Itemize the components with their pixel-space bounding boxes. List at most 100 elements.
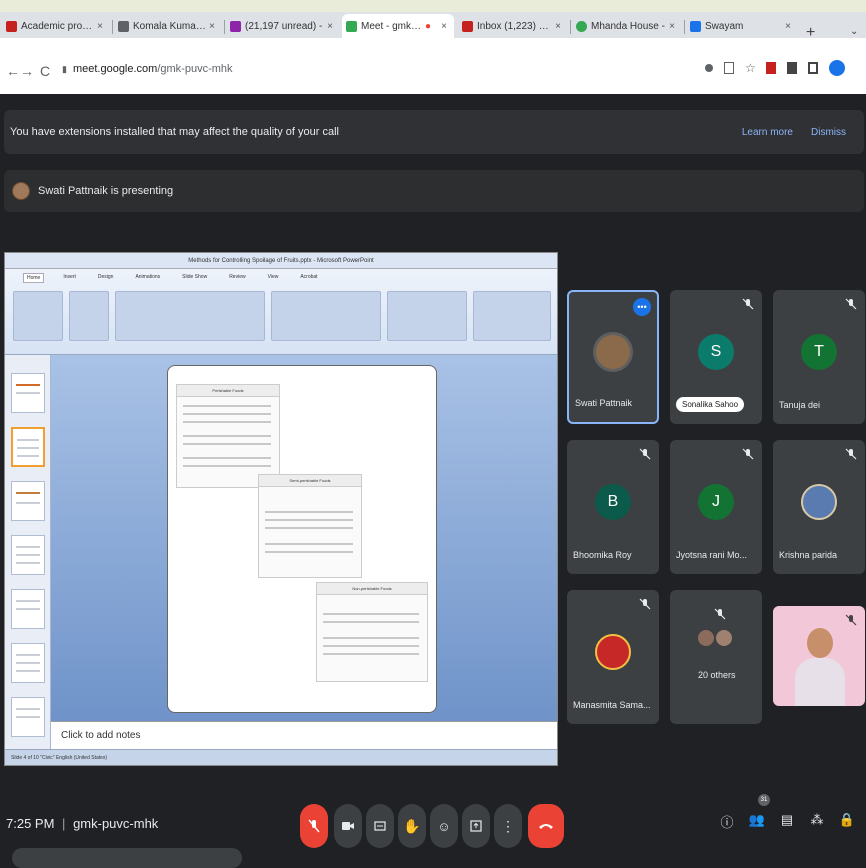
camera-indicator-icon[interactable] [705,64,713,72]
raise-hand-button[interactable]: ✋ [398,804,426,848]
camera-toggle-button[interactable] [334,804,362,848]
taskbar-preview [12,848,242,868]
close-tab-icon[interactable]: × [206,21,218,32]
participant-tile[interactable]: B Bhoomika Roy [567,440,659,574]
participant-tile[interactable]: Manasmita Sama... [567,590,659,724]
side-panel-icon[interactable] [808,62,818,74]
non-perishable-foods-box: Non-perishable Foods [316,582,428,682]
close-tab-icon[interactable]: × [552,21,564,32]
back-button[interactable]: ← [6,63,20,79]
close-tab-icon[interactable]: × [666,21,678,32]
learn-more-link[interactable]: Learn more [742,127,793,138]
gmail-favicon-icon [462,20,473,32]
activities-button[interactable]: ⁂ [808,812,826,834]
box-heading: Non-perishable Foods [317,583,427,595]
present-button[interactable] [462,804,490,848]
profile-avatar[interactable] [829,60,845,76]
info-separator: | [62,816,66,831]
recording-dot-icon: ● [424,20,432,32]
participant-tile[interactable]: T Tanuja dei [773,290,865,424]
other-avatar [698,630,714,646]
participant-name: Krishna parida [779,550,838,560]
ribbon-font-group [115,291,265,341]
presenter-avatar [12,182,30,200]
reactions-button[interactable]: ☺ [430,804,458,848]
participant-name: Bhoomika Roy [573,550,632,560]
browser-tab-bar: Academic profile × Komala Kumari Sa × (2… [0,0,866,41]
close-tab-icon[interactable]: × [324,21,336,32]
box-heading: Perishable Foods [177,385,279,397]
tab-title: Swayam [705,20,744,32]
browser-tab[interactable]: Academic profile × [2,14,110,38]
semi-perishable-foods-box: Semi-perishable Foods [258,474,362,578]
presenting-label: Swati Pattnaik is presenting [38,185,174,197]
lock-icon: ▮ [62,63,67,74]
participant-tile[interactable]: J Jyotsna rani Mo... [670,440,762,574]
ribbon-tab: Insert [63,274,76,280]
host-controls-button[interactable]: 🔒 [838,812,856,834]
mic-off-icon [845,298,857,310]
participant-tile[interactable]: ••• Swati Pattnaik [567,290,659,424]
tab-title: Academic profile [21,20,94,32]
tab-favicon-icon [6,20,17,32]
meet-favicon-icon [346,20,357,32]
mic-off-icon [742,448,754,460]
close-tab-icon[interactable]: × [94,21,106,32]
shared-screen: Methods for Controlling Spoilage of Frui… [4,252,558,766]
self-view-tile[interactable] [773,606,865,706]
mic-toggle-button[interactable] [300,804,328,848]
participant-tile[interactable]: S Sonalika Sahoo [670,290,762,424]
slide-thumbnail [11,481,45,521]
powerpoint-status-bar: Slide 4 of 10 "Civic" English (United St… [5,749,557,765]
browser-tab[interactable]: (21,197 unread) - × [226,14,340,38]
tab-title: (21,197 unread) - [245,20,323,32]
people-button[interactable]: 👥 [748,812,766,834]
mic-off-icon [845,614,857,626]
participant-photo-avatar [595,633,631,670]
more-options-button[interactable]: ⋮ [494,804,522,848]
browser-tab-active[interactable]: Meet - gmk-pu ● × [342,14,454,38]
close-tab-icon[interactable]: × [782,21,794,32]
chat-button[interactable]: ▤ [778,812,796,834]
browser-tab[interactable]: Mhanda House - × [572,14,682,38]
reload-button[interactable]: C [40,63,50,79]
presenting-bar: Swati Pattnaik is presenting [4,170,864,212]
extensions-puzzle-icon[interactable] [787,62,797,74]
tab-search-chevron-icon[interactable]: ⌄ [850,26,858,37]
meeting-details-button[interactable]: ⓘ [718,812,736,834]
slide-thumbnails [5,355,51,751]
browser-tab[interactable]: Swayam × [686,14,798,38]
participant-avatar: J [698,483,734,520]
participant-avatar [593,331,633,372]
tab-favicon-icon [230,20,241,32]
participant-avatar: T [801,333,837,370]
participant-tile[interactable]: Krishna parida [773,440,865,574]
close-tab-icon[interactable]: × [438,21,450,32]
slide-editing-area: Perishable Foods Semi-perishable Foods N… [51,355,557,721]
leave-call-button[interactable] [528,804,564,848]
tab-title: Inbox (1,223) - jyo [477,20,552,32]
forward-button[interactable]: → [20,63,34,79]
url-domain: meet.google.com [72,63,158,75]
camera-icon [342,822,354,830]
browser-tab[interactable]: Inbox (1,223) - jyo × [458,14,568,38]
dismiss-button[interactable]: Dismiss [811,127,846,138]
captions-button[interactable] [366,804,394,848]
extension-red-icon[interactable] [766,62,776,74]
others-tile[interactable]: 20 others [670,590,762,724]
ribbon-tab: Animations [135,274,161,280]
lock-person-icon: 🔒 [838,812,856,827]
mic-off-icon [742,298,754,310]
share-icon[interactable] [724,62,734,74]
perishable-foods-box: Perishable Foods [176,384,280,488]
hang-up-icon [539,824,553,829]
powerpoint-ribbon: Home Insert Design Animations Slide Show… [5,269,557,355]
captions-icon [374,821,386,831]
ribbon-tab: Review [229,274,246,280]
participant-name: Sonalika Sahoo [676,397,745,412]
meeting-info: 7:25 PM | gmk-puvc-mhk [6,816,158,831]
bookmark-star-icon[interactable]: ☆ [745,62,756,74]
url-field[interactable]: ▮ meet.google.com /gmk-puvc-mhk [62,58,702,80]
browser-tab[interactable]: Komala Kumari Sa × [114,14,222,38]
clock-time: 7:25 PM [6,816,55,831]
